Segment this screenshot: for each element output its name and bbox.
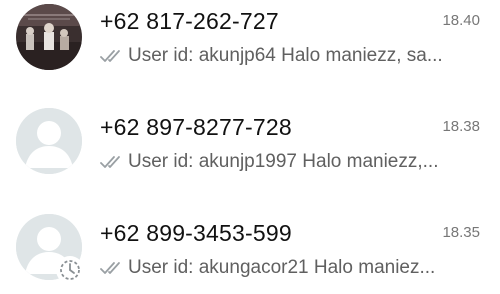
- avatar[interactable]: [16, 4, 82, 70]
- contact-name: +62 897-8277-728: [100, 114, 292, 140]
- default-person-avatar-icon: [16, 108, 82, 174]
- message-preview: User id: akunjp64 Halo maniezz, sa...: [100, 42, 470, 70]
- chat-list: +62 817-262-727 18.40 User id: akunjp64 …: [0, 0, 500, 294]
- chat-row[interactable]: +62 899-3453-599 18.35 User id: akungaco…: [0, 198, 500, 294]
- timer-icon: [60, 260, 80, 280]
- message-time: 18.40: [442, 12, 480, 29]
- preview-text: User id: akungacor21 Halo maniez...: [128, 257, 436, 278]
- chat-row[interactable]: +62 817-262-727 18.40 User id: akunjp64 …: [0, 0, 500, 96]
- double-check-icon: [100, 262, 120, 274]
- avatar[interactable]: [16, 108, 82, 174]
- photo-avatar-icon: [16, 4, 82, 70]
- preview-text: User id: akunjp64 Halo maniezz, sa...: [128, 45, 443, 66]
- preview-text: User id: akunjp1997 Halo maniezz,...: [128, 151, 439, 172]
- message-time: 18.35: [442, 224, 480, 241]
- contact-name: +62 899-3453-599: [100, 220, 292, 246]
- timer-badge: [56, 256, 84, 284]
- message-preview: User id: akunjp1997 Halo maniezz,...: [100, 148, 470, 176]
- double-check-icon: [100, 156, 120, 168]
- contact-name: +62 817-262-727: [100, 8, 279, 34]
- message-time: 18.38: [442, 118, 480, 135]
- chat-row[interactable]: +62 897-8277-728 18.38 User id: akunjp19…: [0, 96, 500, 192]
- message-preview: User id: akungacor21 Halo maniez...: [100, 254, 470, 282]
- double-check-icon: [100, 50, 120, 62]
